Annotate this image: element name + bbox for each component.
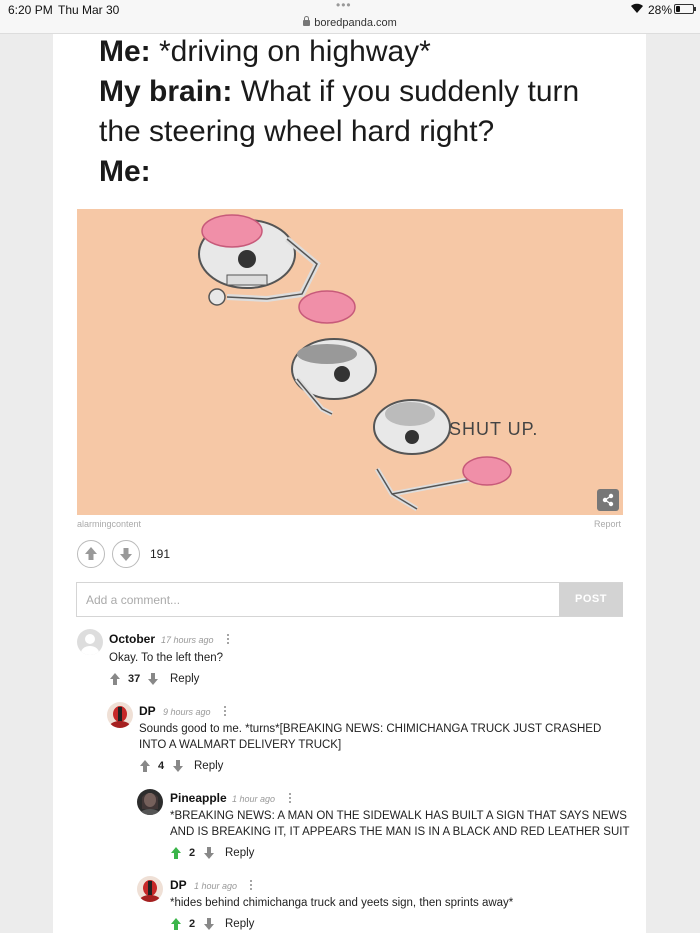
comment-votes: 4 Reply [139, 759, 259, 775]
comment-vote-count: 4 [158, 760, 165, 772]
more-options-icon[interactable] [289, 793, 292, 805]
brain-2 [298, 290, 356, 324]
meme-line1-bold: Me: [99, 35, 151, 68]
arrow-down-icon [120, 548, 132, 561]
meme-line2-bold: My brain: [99, 75, 233, 108]
address-bar[interactable]: boredpanda.com [0, 16, 700, 29]
comment-author[interactable]: DP [170, 878, 187, 892]
post-vote-count: 191 [150, 547, 171, 561]
deadpool-avatar-icon [110, 706, 130, 728]
arrow-up-icon [85, 547, 97, 560]
upvote-icon[interactable] [170, 917, 182, 931]
share-button[interactable] [597, 489, 619, 511]
battery-percent: 28% [648, 3, 673, 17]
skull-1 [198, 214, 321, 306]
avatar[interactable] [137, 789, 163, 815]
downvote-icon[interactable] [147, 672, 159, 686]
comment-votes: 2 Reply [170, 846, 290, 862]
skull-3 [373, 399, 512, 512]
share-icon [602, 493, 614, 507]
reply-link[interactable]: Reply [194, 760, 223, 772]
comment-vote-count: 2 [189, 847, 196, 859]
svg-text:SHUT UP.: SHUT UP. [449, 419, 538, 439]
downvote-icon[interactable] [172, 759, 184, 773]
reply-link[interactable]: Reply [170, 673, 199, 685]
comment-time: 1 hour ago [232, 794, 276, 804]
address-url: boredpanda.com [314, 17, 397, 29]
battery-fill [676, 6, 680, 12]
comment-votes: 37 Reply [109, 672, 229, 688]
comment-time: 17 hours ago [161, 635, 214, 645]
meme-line3-bold: Me: [99, 155, 151, 188]
lock-icon [303, 16, 311, 26]
browser-more-icon[interactable]: ••• [336, 0, 352, 12]
upvote-icon[interactable] [139, 759, 151, 773]
downvote-icon[interactable] [203, 846, 215, 860]
meme-line1-text: *driving on highway* [150, 35, 431, 68]
comment-author[interactable]: October [109, 632, 155, 646]
image-credit[interactable]: alarmingcontent [77, 519, 141, 529]
comment-text: Sounds good to me. *turns*[BREAKING NEWS… [139, 723, 602, 751]
skull-2 [291, 338, 377, 417]
battery-icon [674, 4, 696, 14]
more-options-icon[interactable] [224, 706, 227, 718]
comment-author[interactable]: Pineapple [170, 791, 227, 805]
more-options-icon[interactable] [227, 634, 230, 646]
comment-author[interactable]: DP [139, 704, 156, 718]
skeleton-illustration: SHUT UP. [198, 214, 538, 512]
meme-image[interactable]: SHUT UP. [77, 209, 623, 515]
reply-link[interactable]: Reply [225, 918, 254, 930]
meme-text: Me: *driving on highway* My brain: What … [99, 32, 619, 192]
comment-form: POST [76, 582, 623, 617]
comment-vote-count: 37 [128, 673, 141, 685]
deadpool-avatar-icon [140, 880, 160, 902]
downvote-button[interactable] [112, 540, 140, 568]
comment-text: *BREAKING NEWS: A MAN ON THE SIDEWALK HA… [170, 810, 630, 838]
comment-input[interactable] [77, 583, 558, 616]
upvote-icon[interactable] [109, 672, 121, 686]
upvote-button[interactable] [77, 540, 105, 568]
comment-text: Okay. To the left then? [109, 652, 224, 664]
more-options-icon[interactable] [250, 880, 253, 892]
user-photo-avatar-icon [140, 793, 160, 815]
status-date: Thu Mar 30 [58, 3, 120, 17]
avatar[interactable] [77, 629, 103, 655]
avatar[interactable] [107, 702, 133, 728]
comment-votes: 2 Reply [170, 917, 290, 933]
wifi-icon [630, 2, 644, 17]
avatar[interactable] [137, 876, 163, 902]
reply-link[interactable]: Reply [225, 847, 254, 859]
comment-time: 9 hours ago [163, 707, 211, 717]
comment-text: *hides behind chimichanga truck and yeet… [170, 897, 514, 909]
status-time: 6:20 PM [8, 3, 53, 17]
report-link[interactable]: Report [594, 519, 621, 529]
post-button[interactable]: POST [559, 583, 623, 616]
comment-vote-count: 2 [189, 918, 196, 930]
status-bar: 6:20 PM Thu Mar 30 ••• boredpanda.com 28… [0, 0, 700, 34]
downvote-icon[interactable] [203, 917, 215, 931]
comment-time: 1 hour ago [194, 881, 238, 891]
default-avatar-icon [81, 634, 99, 655]
upvote-icon[interactable] [170, 846, 182, 860]
